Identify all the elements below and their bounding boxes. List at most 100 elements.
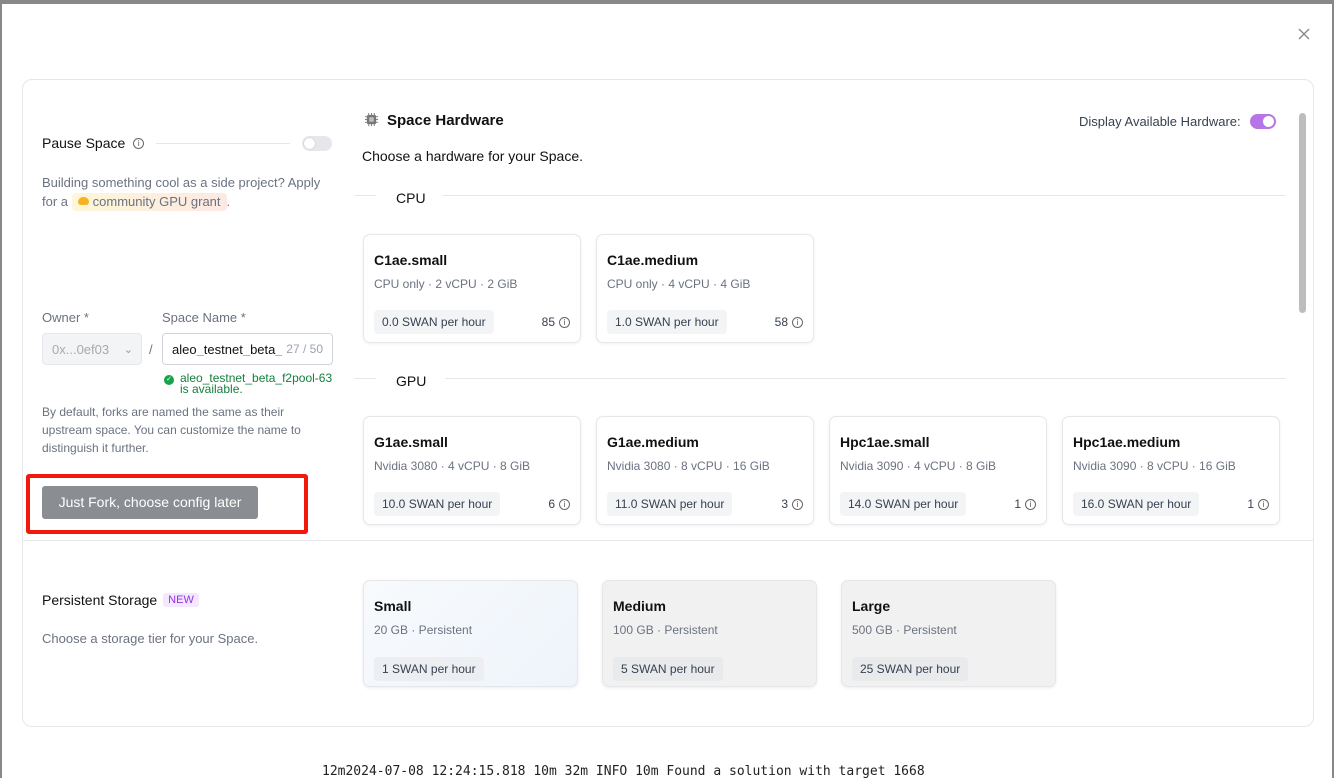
- hardware-spec: CPU only · 4 vCPU · 4 GiB: [607, 277, 751, 291]
- storage-card-medium[interactable]: Medium 100 GB · Persistent 5 SWAN per ho…: [602, 580, 817, 687]
- hardware-name: Hpc1ae.medium: [1073, 434, 1181, 450]
- hardware-spec: CPU only · 2 vCPU · 2 GiB: [374, 277, 518, 291]
- hardware-name: G1ae.medium: [607, 434, 699, 450]
- gpu-divider-left: [354, 378, 376, 379]
- fork-settings-panel: Pause Space i Building something cool as…: [22, 79, 1314, 727]
- display-available-toggle[interactable]: [1250, 114, 1276, 129]
- fork-description: By default, forks are named the same as …: [42, 405, 301, 455]
- count-value: 6: [548, 497, 555, 511]
- info-icon[interactable]: i: [559, 316, 570, 328]
- hardware-scrollbar[interactable]: [1299, 113, 1306, 313]
- just-fork-button[interactable]: Just Fork, choose config later: [42, 486, 258, 519]
- storage-card-small[interactable]: Small 20 GB · Persistent 1 SWAN per hour: [363, 580, 578, 687]
- storage-price: 1 SWAN per hour: [374, 657, 484, 681]
- hardware-name: C1ae.small: [374, 252, 448, 268]
- pause-space-label: Pause Space: [42, 135, 126, 151]
- hardware-available-count: 58 i: [775, 315, 803, 329]
- hardware-available-count: 85 i: [542, 315, 570, 329]
- window-top-border: [0, 0, 1334, 4]
- hardware-name: Hpc1ae.small: [840, 434, 930, 450]
- grant-promo: Building something cool as a side projec…: [42, 173, 337, 211]
- hardware-available-count: 1i: [1014, 497, 1036, 511]
- count-value: 1: [1247, 497, 1254, 511]
- owner-value: 0x...0ef03: [52, 342, 110, 357]
- count-value: 58: [774, 315, 788, 329]
- count-value: 1: [1014, 497, 1021, 511]
- hardware-card-hpc1ae-small[interactable]: Hpc1ae.small Nvidia 3090 · 4 vCPU · 8 Gi…: [829, 416, 1047, 525]
- count-value: 3: [781, 497, 788, 511]
- info-icon[interactable]: i: [559, 498, 570, 510]
- storage-name: Small: [374, 598, 412, 614]
- hardware-price: 10.0 SWAN per hour: [374, 492, 501, 516]
- availability-line-2: is available.: [180, 382, 243, 396]
- hardware-card-g1ae-small[interactable]: G1ae.small Nvidia 3080 · 4 vCPU · 8 GiB …: [363, 416, 581, 525]
- close-button[interactable]: [1292, 22, 1316, 46]
- hardware-subtitle: Choose a hardware for your Space.: [362, 148, 584, 164]
- chip-icon: [364, 112, 379, 127]
- hardware-card-g1ae-medium[interactable]: G1ae.medium Nvidia 3080 · 8 vCPU · 16 Gi…: [596, 416, 814, 525]
- gpu-section-label: GPU: [396, 373, 427, 389]
- check-circle-icon: ✓: [164, 375, 174, 385]
- space-name-char-count: 27 / 50: [286, 342, 323, 356]
- storage-subtitle: Choose a storage tier for your Space.: [42, 631, 259, 646]
- storage-price: 5 SWAN per hour: [613, 657, 723, 681]
- grant-text-after: .: [226, 194, 231, 209]
- hardware-card-hpc1ae-medium[interactable]: Hpc1ae.medium Nvidia 3090 · 8 vCPU · 16 …: [1062, 416, 1280, 525]
- hardware-spec: Nvidia 3080 · 8 vCPU · 16 GiB: [607, 459, 770, 473]
- info-icon[interactable]: i: [792, 316, 803, 328]
- pause-space-row: Pause Space i: [42, 133, 332, 153]
- storage-card-large[interactable]: Large 500 GB · Persistent 25 SWAN per ho…: [841, 580, 1056, 687]
- cpu-section-label: CPU: [396, 190, 426, 206]
- hardware-price: 1.0 SWAN per hour: [607, 310, 727, 334]
- new-badge: NEW: [163, 593, 199, 607]
- hardware-price: 0.0 SWAN per hour: [374, 310, 494, 334]
- storage-name: Large: [852, 598, 891, 614]
- display-available-label: Display Available Hardware:: [1079, 114, 1241, 129]
- hardware-price: 11.0 SWAN per hour: [607, 492, 733, 516]
- name-availability: ✓ aleo_testnet_beta_f2pool-63 is availab…: [164, 372, 339, 396]
- hardware-spec: Nvidia 3090 · 8 vCPU · 16 GiB: [1073, 459, 1236, 473]
- section-divider: [23, 540, 1313, 541]
- hardware-available-count: 1i: [1247, 497, 1269, 511]
- info-icon[interactable]: i: [1258, 498, 1269, 510]
- info-icon[interactable]: i: [792, 498, 803, 510]
- space-name-label: Space Name *: [162, 310, 246, 325]
- gpu-divider-right: [445, 378, 1286, 379]
- availability-text: aleo_testnet_beta_f2pool-63 is available…: [180, 372, 332, 396]
- window-left-border: [0, 0, 2, 778]
- owner-name-separator: /: [149, 342, 153, 357]
- info-icon[interactable]: i: [133, 137, 145, 149]
- space-name-value: aleo_testnet_beta_: [172, 342, 282, 356]
- hardware-card-c1ae-small[interactable]: C1ae.small CPU only · 2 vCPU · 2 GiB 0.0…: [363, 234, 581, 343]
- hardware-spec: Nvidia 3080 · 4 vCPU · 8 GiB: [374, 459, 531, 473]
- hardware-available-count: 3i: [781, 497, 803, 511]
- storage-title: Persistent Storage: [42, 592, 158, 608]
- hardware-name: C1ae.medium: [607, 252, 699, 268]
- pause-space-toggle[interactable]: [302, 135, 332, 151]
- storage-price: 25 SWAN per hour: [852, 657, 969, 681]
- info-icon[interactable]: i: [1025, 498, 1036, 510]
- hardware-price: 14.0 SWAN per hour: [840, 492, 967, 516]
- hardware-title: Space Hardware: [387, 112, 504, 129]
- community-gpu-grant-link[interactable]: community GPU grant: [71, 193, 227, 211]
- hardware-available-count: 6i: [548, 497, 570, 511]
- hardware-card-c1ae-medium[interactable]: C1ae.medium CPU only · 4 vCPU · 4 GiB 1.…: [596, 234, 814, 343]
- owner-label: Owner *: [42, 310, 89, 325]
- space-name-input[interactable]: aleo_testnet_beta_ 27 / 50: [162, 333, 333, 365]
- cloud-icon: [77, 197, 89, 205]
- close-icon: [1298, 28, 1310, 40]
- storage-title-row: Persistent Storage NEW: [42, 592, 199, 608]
- cpu-divider-right: [442, 195, 1286, 196]
- cpu-divider-left: [354, 195, 376, 196]
- storage-name: Medium: [613, 598, 666, 614]
- owner-select[interactable]: 0x...0ef03 ⌄: [42, 333, 142, 365]
- divider-line: [156, 142, 290, 144]
- storage-spec: 100 GB · Persistent: [613, 623, 718, 637]
- storage-spec: 500 GB · Persistent: [852, 623, 957, 637]
- background-log-text: 12m2024-07-08 12:24:15.818 10m 32m INFO …: [322, 764, 925, 778]
- hardware-spec: Nvidia 3090 · 4 vCPU · 8 GiB: [840, 459, 997, 473]
- hardware-price: 16.0 SWAN per hour: [1073, 492, 1200, 516]
- count-value: 85: [541, 315, 555, 329]
- grant-pill-label: community GPU grant: [92, 194, 221, 209]
- storage-spec: 20 GB · Persistent: [374, 623, 473, 637]
